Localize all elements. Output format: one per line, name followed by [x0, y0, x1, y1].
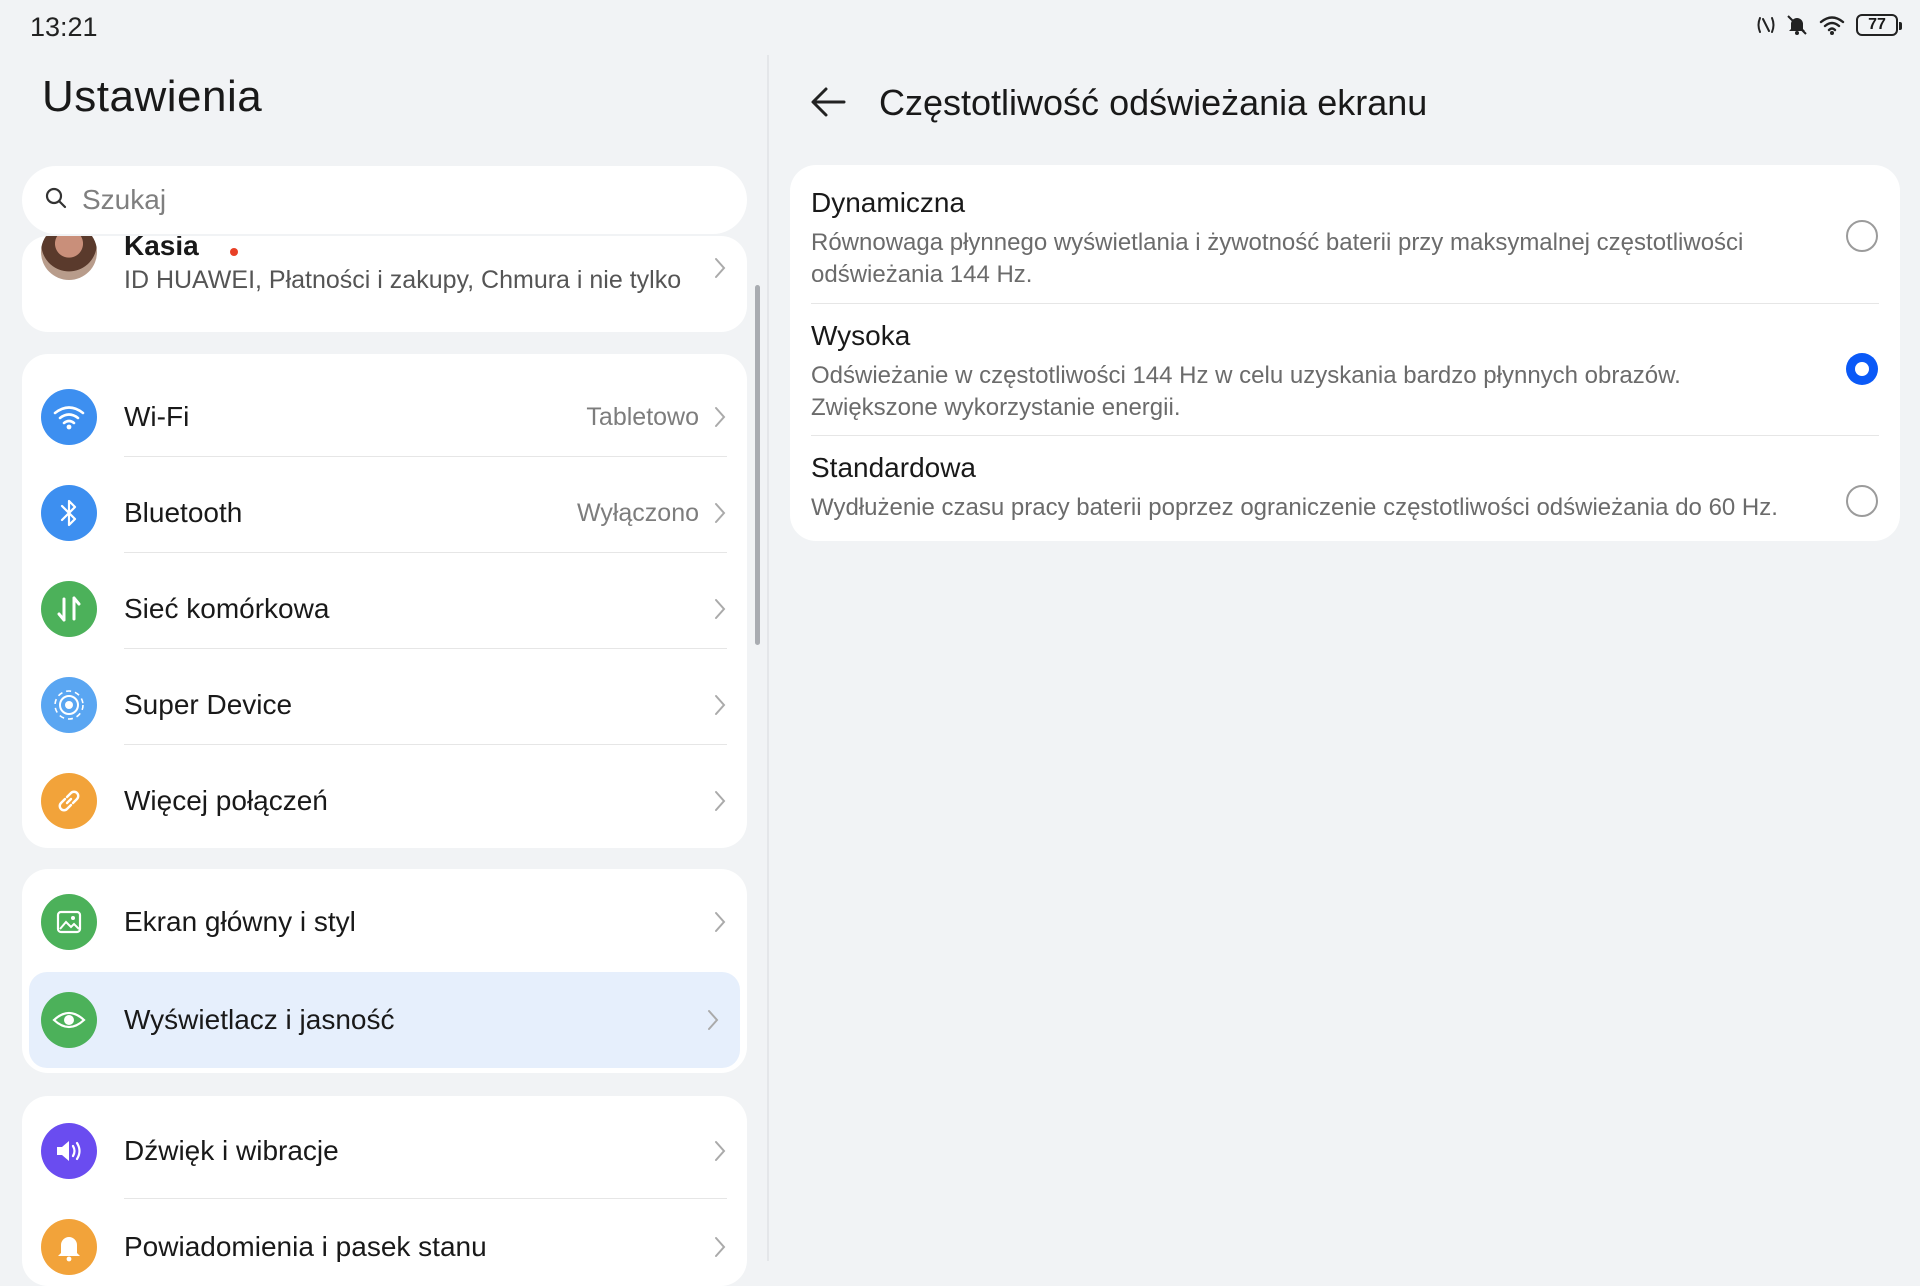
back-button[interactable] [806, 82, 854, 127]
avatar [41, 236, 97, 280]
item-label: Wi-Fi [124, 401, 190, 432]
divider [124, 552, 727, 553]
item-label: Dźwięk i wibracje [124, 1135, 339, 1166]
account-subtitle: ID HUAWEI, Płatności i zakupy, Chmura i … [124, 266, 682, 294]
refresh-rate-options: Dynamiczna Równowaga płynnego wyświetlan… [790, 165, 1900, 541]
image-icon [41, 894, 97, 950]
item-label: Super Device [124, 689, 293, 720]
pane-divider [767, 55, 769, 1261]
settings-item-bluetooth[interactable]: Bluetooth Wyłączono [22, 465, 747, 561]
option-title: Dynamiczna [811, 187, 966, 218]
item-label: Sieć komórkowa [124, 593, 330, 624]
settings-item-super-device[interactable]: Super Device [22, 657, 747, 753]
option-standard[interactable]: Standardowa Wydłużenie czasu pracy bater… [790, 435, 1900, 541]
account-name: Kasia [124, 236, 199, 261]
battery-icon: 77 [1856, 14, 1902, 36]
radio-button[interactable] [1846, 485, 1878, 517]
link-icon [41, 773, 97, 829]
chevron-right-icon [706, 1008, 720, 1037]
settings-item-more-connections[interactable]: Więcej połączeń [22, 753, 747, 848]
item-label: Ekran główny i styl [124, 906, 356, 937]
back-arrow-icon [806, 87, 854, 126]
settings-item-home-screen[interactable]: Ekran główny i styl [22, 874, 747, 970]
settings-item-notifications[interactable]: Powiadomienia i pasek stanu [22, 1199, 747, 1286]
status-icons: 77 [1756, 14, 1902, 36]
scrollbar[interactable] [755, 285, 760, 645]
item-label: Więcej połączeń [124, 785, 328, 816]
super-device-icon [41, 677, 97, 733]
chevron-right-icon [713, 501, 727, 530]
option-high[interactable]: Wysoka Odświeżanie w częstotliwości 144 … [790, 303, 1900, 435]
option-dynamic[interactable]: Dynamiczna Równowaga płynnego wyświetlan… [790, 165, 1900, 303]
divider [124, 648, 727, 649]
divider [124, 744, 727, 745]
wifi-icon [1818, 14, 1846, 36]
chevron-right-icon [713, 405, 727, 434]
display-group: Ekran główny i styl Wyświetlacz i jasnoś… [22, 869, 747, 1073]
option-description: Odświeżanie w częstotliwości 144 Hz w ce… [811, 362, 1681, 421]
item-label: Bluetooth [124, 497, 243, 528]
detail-title: Częstotliwość odświeżania ekranu [879, 82, 1428, 123]
settings-item-sound[interactable]: Dźwięk i wibracje [22, 1103, 747, 1199]
option-title: Wysoka [811, 320, 911, 351]
option-description: Równowaga płynnego wyświetlania i żywotn… [811, 229, 1744, 288]
item-value: Wyłączono [576, 498, 699, 527]
option-description: Wydłużenie czasu pracy baterii poprzez o… [811, 494, 1778, 521]
radio-button[interactable] [1846, 220, 1878, 252]
chevron-right-icon [713, 1139, 727, 1168]
item-label: Wyświetlacz i jasność [124, 1004, 395, 1035]
chevron-right-icon [713, 910, 727, 939]
option-title: Standardowa [811, 452, 977, 483]
settings-item-wifi[interactable]: Wi-Fi Tabletowo [22, 369, 747, 465]
chevron-right-icon [713, 693, 727, 722]
settings-item-mobile-network[interactable]: Sieć komórkowa [22, 561, 747, 657]
bell-muted-icon [1786, 14, 1808, 36]
search-placeholder: Szukaj [82, 184, 167, 215]
item-label: Powiadomienia i pasek stanu [124, 1231, 487, 1262]
search-input[interactable]: Szukaj [22, 166, 747, 234]
settings-list-pane: Ustawienia Szukaj Kasia ID HUAWEI, Płatn… [0, 0, 767, 1286]
nfc-icon [1756, 14, 1776, 36]
sound-notifications-group: Dźwięk i wibracje Powiadomienia i pasek … [22, 1096, 747, 1286]
notification-dot [230, 248, 238, 256]
settings-item-display-brightness[interactable]: Wyświetlacz i jasność [29, 972, 740, 1068]
search-icon [44, 186, 68, 215]
bluetooth-icon [41, 485, 97, 541]
speaker-icon [41, 1123, 97, 1179]
account-card[interactable]: Kasia ID HUAWEI, Płatności i zakupy, Chm… [22, 236, 747, 332]
mobile-data-icon [41, 581, 97, 637]
page-title: Ustawienia [42, 72, 263, 121]
bell-icon [41, 1219, 97, 1275]
wifi-icon [41, 389, 97, 445]
chevron-right-icon [713, 256, 727, 285]
eye-icon [41, 992, 97, 1048]
item-value: Tabletowo [586, 402, 699, 431]
connections-group: Wi-Fi Tabletowo Bluetooth Wyłączono Sieć… [22, 354, 747, 848]
divider [124, 456, 727, 457]
radio-button-selected[interactable] [1846, 353, 1878, 385]
chevron-right-icon [713, 597, 727, 626]
chevron-right-icon [713, 789, 727, 818]
chevron-right-icon [713, 1235, 727, 1264]
